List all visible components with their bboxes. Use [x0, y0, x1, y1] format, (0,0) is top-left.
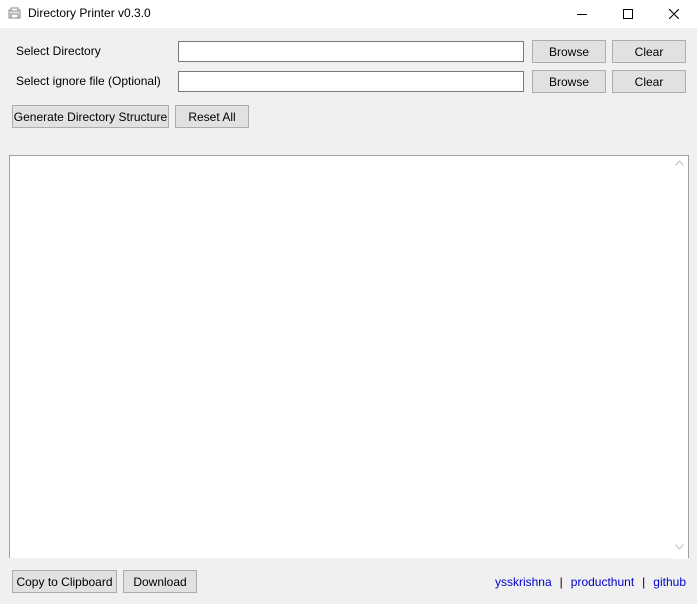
directory-label: Select Directory — [16, 44, 101, 58]
minimize-button[interactable] — [559, 0, 605, 28]
download-button[interactable]: Download — [123, 570, 197, 593]
producthunt-link[interactable]: producthunt — [571, 575, 634, 589]
output-text-area[interactable] — [9, 155, 689, 559]
maximize-icon — [623, 9, 633, 19]
ysskrishna-link[interactable]: ysskrishna — [495, 575, 552, 589]
scroll-up-icon[interactable] — [675, 160, 684, 166]
github-link[interactable]: github — [653, 575, 686, 589]
directory-clear-button[interactable]: Clear — [612, 40, 686, 63]
directory-browse-button[interactable]: Browse — [532, 40, 606, 63]
directory-input[interactable] — [178, 41, 524, 62]
link-separator: | — [559, 575, 563, 589]
close-button[interactable] — [651, 0, 697, 28]
title-bar: Directory Printer v0.3.0 — [0, 0, 697, 28]
link-separator: | — [642, 575, 646, 589]
ignore-file-clear-button[interactable]: Clear — [612, 70, 686, 93]
close-icon — [669, 9, 679, 19]
app-window: Directory Printer v0.3.0 Select Director… — [0, 0, 697, 604]
reset-all-button[interactable]: Reset All — [175, 105, 249, 128]
output-text — [10, 156, 688, 160]
ignore-file-input[interactable] — [178, 71, 524, 92]
app-icon — [8, 7, 21, 20]
ignore-file-label: Select ignore file (Optional) — [16, 74, 161, 88]
footer-links: ysskrishna | producthunt | github — [495, 575, 686, 589]
vertical-scrollbar[interactable] — [671, 156, 688, 559]
copy-to-clipboard-button[interactable]: Copy to Clipboard — [12, 570, 117, 593]
minimize-icon — [577, 14, 587, 15]
maximize-button[interactable] — [605, 0, 651, 28]
generate-structure-button[interactable]: Generate Directory Structure — [12, 105, 169, 128]
scroll-down-icon[interactable] — [675, 544, 684, 550]
window-title: Directory Printer v0.3.0 — [28, 6, 151, 20]
ignore-file-browse-button[interactable]: Browse — [532, 70, 606, 93]
